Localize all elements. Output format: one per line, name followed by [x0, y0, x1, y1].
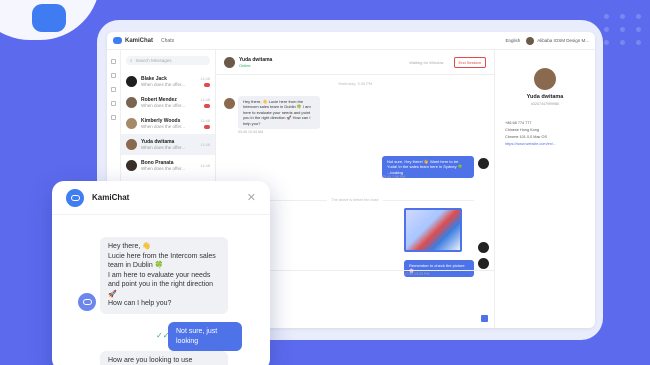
chat-preview: When does the offer... — [141, 145, 185, 150]
account-avatar — [526, 36, 535, 45]
widget-line: Hey there, 👋 — [108, 243, 151, 250]
profile-region: Chinese Hong Kong — [505, 128, 539, 132]
chat-widget: KamiChat ✕ Hey there, 👋 Lucie here from … — [52, 181, 270, 365]
incoming-avatar — [224, 98, 235, 109]
history-separator: The above is before the close — [236, 198, 474, 205]
incoming-timestamp: 03:45 12:34 AM — [238, 130, 264, 134]
chat-list-item[interactable]: Yuda dwitama When does the offer... 11:48 — [121, 134, 215, 155]
profile-panel: Yuda dwitama #3207447999986 +86 68 774 7… — [494, 50, 595, 328]
chat-preview: When does the offer... — [141, 103, 185, 108]
profile-info: +86 68 774 777 Chinese Hong Kong Chrome … — [505, 120, 595, 148]
chat-list-item[interactable]: Kimberly Woods When does the offer... 11:4… — [121, 113, 215, 134]
end-session-button[interactable]: End Session — [453, 56, 486, 68]
profile-name: Yuda dwitama — [526, 94, 564, 100]
chat-time: 11:48 — [200, 117, 210, 123]
separator-label: The above is before the close — [327, 198, 383, 202]
day-marker: Yesterday, 3:45 PM — [337, 81, 373, 86]
waiting-status: Waiting for Window — [409, 59, 444, 65]
unread-badge — [204, 82, 210, 87]
search-input[interactable]: ⌕ Search Messages — [126, 56, 210, 65]
widget-line: Lucie here from the Intercom sales — [108, 252, 216, 260]
chat-time: 11:48 — [200, 142, 210, 147]
widget-title: KamiChat — [92, 193, 130, 202]
widget-bot-avatar — [78, 293, 96, 311]
send-icon[interactable] — [481, 315, 488, 322]
chat-meta: 11:48 — [200, 142, 210, 147]
top-right-controls: English Alibaba IOSM Design M... — [505, 36, 589, 45]
chat-avatar — [126, 97, 137, 108]
chat-list-item[interactable]: Bono Pranata When does the offer... 11:48 — [121, 155, 215, 176]
nav-chats[interactable]: Chats — [161, 38, 174, 44]
widget-logo-icon — [66, 188, 84, 207]
unread-badge — [204, 103, 210, 108]
close-icon[interactable]: ✕ — [247, 191, 256, 204]
search-icon: ⌕ — [130, 58, 133, 63]
incoming-message: Hey there, 👋 Lucie here from the Interco… — [238, 96, 320, 130]
rail-help-icon[interactable] — [111, 115, 116, 120]
chat-preview: When does the offer... — [141, 82, 185, 87]
account-menu[interactable]: Alibaba IOSM Design M... — [526, 36, 589, 45]
chat-meta: 11:48 — [200, 163, 210, 168]
chat-text: Blake Jack When does the offer... — [141, 76, 196, 87]
agent-avatar-3 — [478, 258, 489, 269]
widget-outgoing-message: Not sure, just looking — [168, 322, 242, 351]
unread-badge — [204, 124, 210, 129]
chat-logo-icon — [113, 37, 122, 44]
chat-avatar — [126, 160, 137, 171]
widget-header: KamiChat ✕ — [52, 181, 270, 215]
contact-name: Yuda dwitama — [239, 56, 273, 63]
chat-text: Kimberly Woods When does the offer... — [141, 118, 196, 129]
agent-avatar — [478, 158, 489, 169]
widget-line: I am here to evaluate your needs — [108, 271, 211, 279]
kamichat-logo-icon — [32, 4, 66, 32]
chat-meta: 11:48 — [200, 97, 210, 109]
chat-time: 11:48 — [200, 96, 210, 102]
chat-list-item[interactable]: Robert Mendez When does the offer... 11:48 — [121, 92, 215, 113]
profile-id: #3207447999986 — [531, 102, 559, 106]
widget-incoming-message-2: How are you looking to use — [100, 351, 228, 365]
contact-avatar — [224, 56, 235, 68]
chat-avatar — [126, 139, 137, 150]
shared-image[interactable] — [404, 208, 462, 252]
chat-text: Bono Pranata When does the offer... — [141, 160, 196, 171]
chat-avatar — [126, 118, 137, 129]
widget-line: and point you in the right direction — [108, 281, 214, 288]
rail-chat-icon[interactable] — [111, 59, 116, 64]
widget-line: team in Dublin 🍀 — [108, 262, 164, 269]
background-logo-blob — [0, 0, 100, 40]
decorative-dots — [604, 14, 644, 45]
profile-browser: Chrome 101.0.0 Mac OS — [505, 135, 547, 139]
chat-preview: When does the offer... — [141, 166, 185, 171]
brand-name: KamiChat — [125, 37, 154, 44]
chat-time: 11:48 — [200, 163, 210, 168]
agent-avatar-2 — [478, 242, 489, 253]
chat-text: Yuda dwitama When does the offer... — [141, 139, 196, 150]
chat-time: 11:48 — [200, 75, 210, 81]
chat-meta: 11:48 — [200, 76, 210, 88]
chat-list-item[interactable]: Blake Jack When does the offer... 11:48 — [121, 71, 215, 92]
brand: KamiChat — [113, 37, 153, 44]
widget-line: How can I help you? — [108, 300, 172, 307]
rail-settings-icon[interactable] — [111, 101, 116, 106]
contact-status: Online — [239, 62, 251, 68]
chat-meta: 11:48 — [200, 118, 210, 130]
account-name: Alibaba IOSM Design M... — [537, 38, 589, 43]
profile-url[interactable]: https://www.website.com/en/... — [505, 141, 595, 148]
chat-preview: When does the offer... — [141, 124, 185, 129]
widget-line: 🚀 — [108, 290, 117, 298]
top-bar: KamiChat Chats English Alibaba IOSM Desi… — [107, 32, 595, 50]
conversation-header: Yuda dwitama Online Waiting for Window En… — [216, 50, 494, 75]
rail-contacts-icon[interactable] — [111, 73, 116, 78]
chat-text: Robert Mendez When does the offer... — [141, 97, 196, 108]
widget-incoming-message: Hey there, 👋 Lucie here from the Interco… — [100, 237, 228, 314]
profile-phone: +86 68 774 777 — [505, 121, 532, 125]
outgoing-timestamp: 03:45 7:06 PM — [382, 175, 406, 179]
chat-avatar — [126, 76, 137, 87]
language-select[interactable]: English — [505, 38, 520, 43]
profile-avatar — [534, 68, 556, 90]
search-placeholder: Search Messages — [135, 58, 172, 63]
rail-reports-icon[interactable] — [111, 87, 116, 92]
